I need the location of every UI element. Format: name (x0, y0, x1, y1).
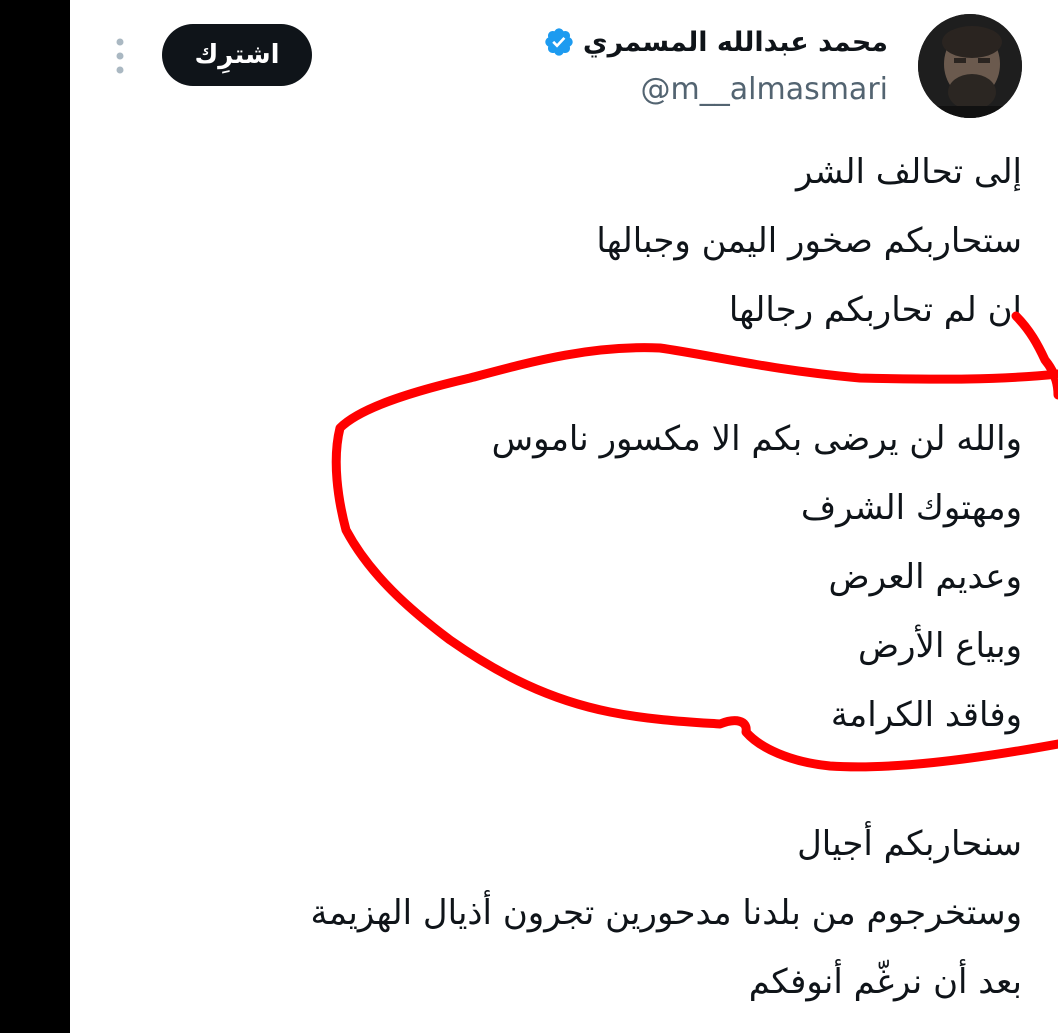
tweet-card: محمد عبدالله المسمري @m__almasmari اشترِ… (70, 0, 1058, 1033)
avatar-image (918, 14, 1022, 118)
verified-badge-icon (543, 26, 575, 58)
subscribe-button[interactable]: اشترِك (162, 24, 312, 86)
tweet-line: سنحاربكم أجيال (797, 824, 1022, 864)
screenshot-page: محمد عبدالله المسمري @m__almasmari اشترِ… (0, 0, 1058, 1033)
tweet-text: إلى تحالف الشر ستحاربكم صخور اليمن وجبال… (122, 138, 1023, 1017)
tweet-line: وعديم العرض (828, 557, 1022, 597)
tweet-line: ان لم تحاربكم رجالها (728, 290, 1022, 330)
tweet-line: وفاقد الكرامة (830, 695, 1022, 735)
author-display-name[interactable]: محمد عبدالله المسمري (543, 26, 888, 58)
author-name-text: محمد عبدالله المسمري (582, 26, 888, 58)
author-handle[interactable]: @m__almasmari (641, 72, 888, 107)
tweet-line: وبياع الأرض (858, 626, 1022, 666)
avatar[interactable] (918, 14, 1022, 118)
tweet-line: ستحاربكم صخور اليمن وجبالها (596, 221, 1022, 261)
tweet-line: إلى تحالف الشر (796, 152, 1022, 192)
tweet-line: والله لن يرضى بكم الا مكسور ناموس (491, 419, 1022, 459)
tweet-line: ومهتوك الشرف (800, 488, 1022, 528)
more-vertical-icon[interactable] (112, 36, 128, 76)
tweet-line: وستخرجوم من بلدنا مدحورين تجرون أذيال ال… (310, 893, 1023, 933)
tweet-line: بعد أن نرغّم أنوفكم (748, 962, 1022, 1002)
